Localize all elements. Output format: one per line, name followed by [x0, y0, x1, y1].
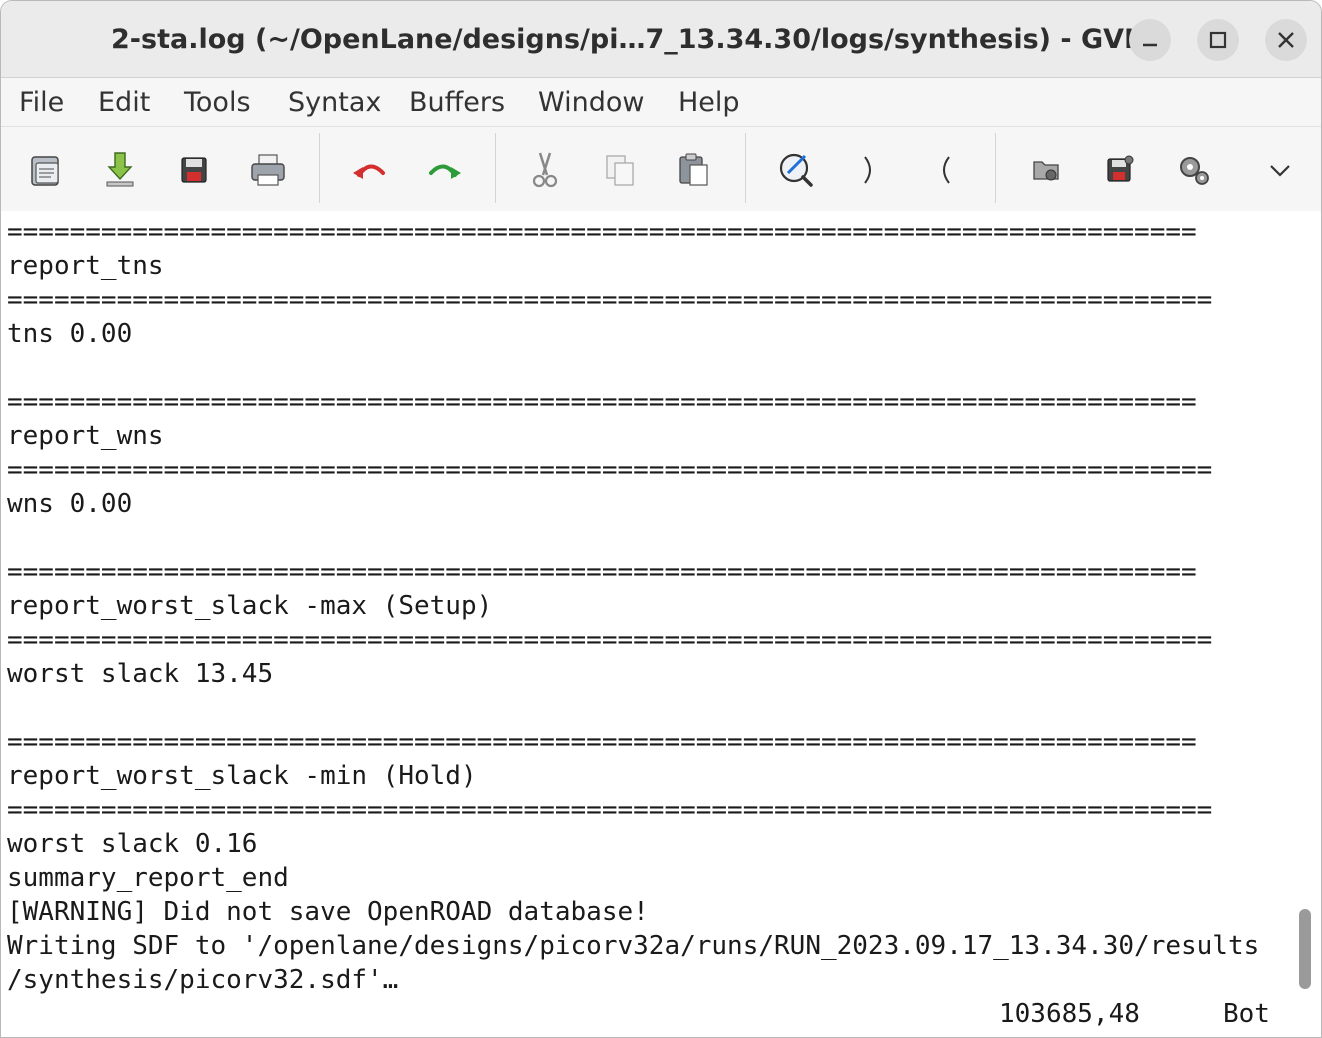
save-session-icon: [1107, 155, 1134, 182]
log-line: report_worst_slack -min (Hold): [7, 761, 477, 791]
minimize-button[interactable]: [1129, 19, 1171, 61]
print-icon: [251, 154, 285, 186]
cut-icon: [532, 152, 558, 188]
separator-line: ========================================…: [7, 217, 1197, 247]
copy-icon: [606, 155, 634, 186]
menu-buffers[interactable]: Buffers: [409, 78, 505, 126]
find-replace-button[interactable]: [771, 145, 821, 195]
find-next-button[interactable]: [845, 145, 895, 195]
save-button[interactable]: [169, 145, 219, 195]
separator-line: ========================================…: [7, 795, 1213, 825]
log-line: report_tns: [7, 251, 164, 281]
open-file-button[interactable]: [21, 145, 71, 195]
find-prev-button[interactable]: [919, 145, 969, 195]
undo-button[interactable]: [345, 145, 395, 195]
save-download-icon: [106, 152, 134, 187]
log-line: tns 0.00: [7, 319, 133, 349]
run-script-button[interactable]: [1169, 145, 1219, 195]
paste-button[interactable]: [669, 145, 719, 195]
separator-line: ========================================…: [7, 285, 1213, 315]
toolbar-separator: [495, 133, 496, 203]
print-button[interactable]: [243, 145, 293, 195]
toolbar-overflow-button[interactable]: [1255, 145, 1305, 195]
separator-line: ========================================…: [7, 727, 1197, 757]
toolbar-separator: [319, 133, 320, 203]
separator-line: ========================================…: [7, 387, 1197, 417]
undo-icon: [353, 164, 385, 179]
separator-line: ========================================…: [7, 625, 1213, 655]
menu-edit[interactable]: Edit: [98, 78, 150, 126]
find-prev-icon: [943, 156, 950, 184]
save-session-button[interactable]: [1095, 145, 1145, 195]
chevron-down-icon: [1270, 165, 1290, 177]
scroll-position: Bot: [1223, 999, 1270, 1029]
log-line: summary_report_end: [7, 863, 289, 893]
redo-icon: [429, 164, 461, 179]
save-download-button[interactable]: [95, 145, 145, 195]
toolbar-separator: [745, 133, 746, 203]
close-icon: [1278, 32, 1294, 48]
menu-tools[interactable]: Tools: [184, 78, 251, 126]
separator-line: ========================================…: [7, 557, 1197, 587]
minimize-icon: [1143, 43, 1157, 47]
window-title: 2-sta.log (~/OpenLane/designs/pi…7_13.34…: [111, 24, 1161, 55]
redo-button[interactable]: [419, 145, 469, 195]
log-line: worst slack 0.16: [7, 829, 258, 859]
save-icon: [181, 157, 207, 183]
close-button[interactable]: [1265, 19, 1307, 61]
menu-window[interactable]: Window: [538, 78, 644, 126]
separator-line: ========================================…: [7, 455, 1213, 485]
vertical-scrollbar[interactable]: [1299, 909, 1311, 989]
find-replace-icon: [779, 153, 813, 187]
menu-help[interactable]: Help: [678, 78, 740, 126]
menu-syntax[interactable]: Syntax: [288, 78, 381, 126]
log-line: report_worst_slack -max (Setup): [7, 591, 493, 621]
log-line: Writing SDF to '/openlane/designs/picorv…: [7, 931, 1260, 961]
toolbar: [1, 127, 1321, 211]
load-session-button[interactable]: [1021, 145, 1071, 195]
log-line: report_wns: [7, 421, 164, 451]
maximize-button[interactable]: [1197, 19, 1239, 61]
title-bar[interactable]: 2-sta.log (~/OpenLane/designs/pi…7_13.34…: [1, 1, 1321, 78]
paste-icon: [679, 153, 708, 186]
log-line: worst slack 13.45: [7, 659, 274, 689]
find-next-icon: [864, 156, 871, 184]
menu-bar: File Edit Tools Syntax Buffers Window He…: [1, 78, 1321, 127]
cursor-position: 103685,48: [999, 999, 1140, 1029]
run-script-icon: [1180, 157, 1209, 185]
log-line: /synthesis/picorv32.sdf'…: [7, 965, 399, 995]
log-line-warning: [WARNING] Did not save OpenROAD database…: [7, 897, 649, 927]
menu-file[interactable]: File: [19, 78, 64, 126]
cut-button[interactable]: [520, 145, 570, 195]
open-file-icon: [31, 156, 59, 186]
toolbar-separator: [995, 133, 996, 203]
log-line: wns 0.00: [7, 489, 133, 519]
copy-button[interactable]: [595, 145, 645, 195]
maximize-icon: [1209, 31, 1227, 49]
load-session-icon: [1033, 161, 1059, 181]
gvim-window: 2-sta.log (~/OpenLane/designs/pi…7_13.34…: [0, 0, 1322, 1038]
